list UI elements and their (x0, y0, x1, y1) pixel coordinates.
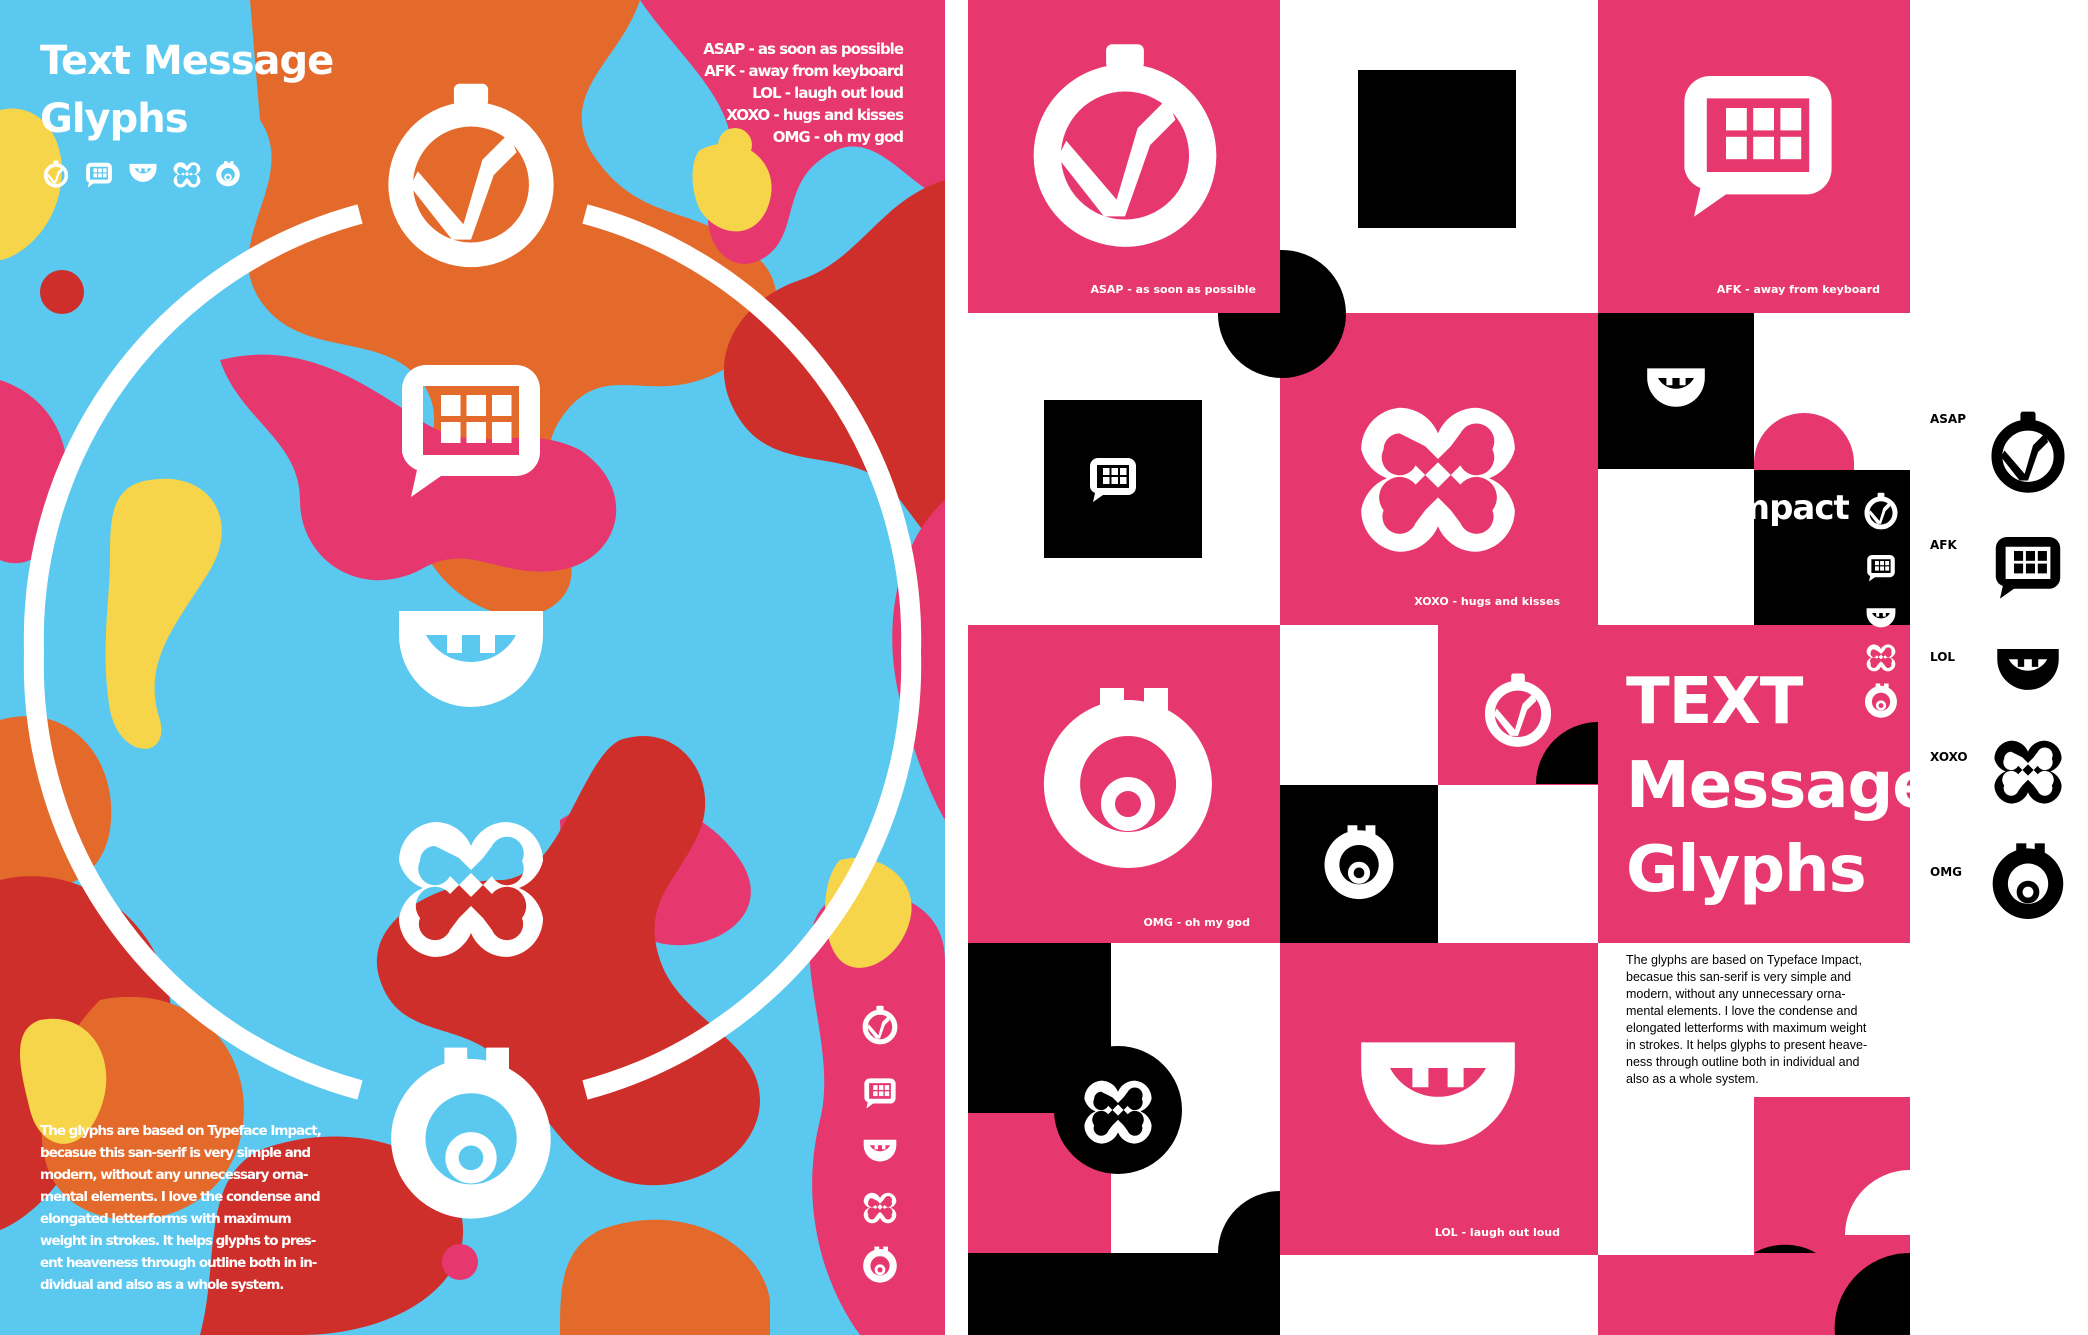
glyph-legend: ASAP AFK LOL XOXO OMG (1928, 400, 2078, 940)
lol-glyph-icon (376, 590, 566, 740)
asap-glyph-icon (1986, 410, 2070, 494)
abbr-xoxo: XOXO - hugs and kisses (726, 106, 904, 124)
lol-glyph-icon (1338, 1020, 1538, 1180)
tile-label-omg: OMG - oh my god (1143, 916, 1250, 929)
afk-glyph-icon (1862, 552, 1900, 582)
right-title-line-1: TEXT (1626, 665, 1803, 739)
impact-label: Impact (1723, 488, 1850, 528)
title-line-2: Glyphs (40, 96, 189, 142)
tile-label-afk: AFK - away from keyboard (1716, 283, 1880, 296)
asap-glyph-icon (1480, 672, 1556, 748)
lol-glyph-icon (1862, 604, 1900, 634)
afk-glyph-icon (1986, 530, 2070, 600)
omg-glyph-icon (1028, 680, 1228, 880)
desc-line: dividual and also as a whole system. (40, 1277, 284, 1293)
asap-glyph-icon (1862, 492, 1900, 530)
desc-line: becasue this san-serif is very simple an… (1626, 970, 1852, 984)
asap-glyph-icon (1020, 40, 1230, 250)
poster-title: Text Message Glyphs (40, 32, 334, 148)
abbr-asap: ASAP - as soon as possible (703, 40, 904, 58)
omg-glyph-icon (1986, 840, 2070, 924)
abbr-omg: OMG - oh my god (772, 128, 904, 146)
legend-label-omg: OMG (1930, 865, 1962, 879)
xoxo-glyph-icon (170, 160, 204, 188)
legend-label-asap: ASAP (1930, 412, 1967, 426)
afk-glyph-icon (82, 160, 116, 188)
desc-line: ness through outline both in individual … (1626, 1055, 1860, 1069)
desc-line: The glyphs are based on Typeface Impact, (40, 1123, 322, 1139)
omg-glyph-icon (214, 160, 242, 188)
desc-line: elongated letterforms with maximum weigh… (1626, 1021, 1867, 1035)
asap-glyph-icon (42, 160, 70, 188)
legend-label-afk: AFK (1930, 538, 1957, 552)
lol-glyph-icon (126, 160, 160, 188)
abbreviation-list: ASAP - as soon as possible AFK - away fr… (703, 38, 904, 148)
tile-label-lol: LOL - laugh out loud (1434, 1226, 1560, 1239)
right-title-line-3: Glyphs (1626, 833, 1867, 907)
right-title-line-2: Message (1626, 749, 1936, 823)
xoxo-glyph-icon (1078, 1075, 1158, 1145)
tile-label-xoxo: XOXO - hugs and kisses (1414, 595, 1560, 608)
lol-glyph-icon (860, 1135, 900, 1169)
right-poster: Impact TEXT Message Glyphs ASAP - as soo… (968, 0, 2088, 1335)
desc-line: The glyphs are based on Typeface Impact, (1626, 953, 1863, 967)
xoxo-glyph-icon (1986, 735, 2070, 805)
xoxo-glyph-icon (376, 810, 566, 960)
abbr-afk: AFK - away from keyboard (704, 62, 904, 80)
xoxo-glyph-icon (860, 1190, 900, 1224)
poster-description: The glyphs are based on Typeface Impact,… (40, 1120, 370, 1296)
tile-label-asap: ASAP - as soon as possible (1090, 283, 1256, 296)
omg-glyph-icon (860, 1245, 900, 1285)
title-glyph-row (42, 160, 252, 190)
legend-label-xoxo: XOXO (1930, 750, 1968, 764)
left-poster: Text Message Glyphs ASAP - as soon as po… (0, 0, 945, 1335)
omg-glyph-icon (1318, 822, 1400, 904)
legend-label-lol: LOL (1930, 650, 1956, 664)
desc-line: also as a whole system. (1626, 1072, 1759, 1086)
desc-line: becasue this san-serif is very simple an… (40, 1145, 311, 1161)
lol-glyph-icon (1986, 640, 2070, 704)
title-line-1: Text Message (40, 38, 334, 84)
desc-line: weight in strokes. It helps glyphs to pr… (40, 1233, 316, 1249)
afk-glyph-icon (376, 350, 566, 500)
omg-glyph-icon (376, 1040, 566, 1230)
afk-glyph-icon (1668, 60, 1848, 220)
afk-glyph-icon (860, 1075, 900, 1109)
right-description: The glyphs are based on Typeface Impact,… (1626, 952, 1911, 1088)
abbr-lol: LOL - laugh out loud (752, 84, 904, 102)
right-title: TEXT Message Glyphs (1626, 660, 1936, 912)
asap-glyph-icon (860, 1005, 900, 1045)
xoxo-glyph-icon (1338, 395, 1538, 555)
desc-line: modern, without any unnecessary orna- (1626, 987, 1846, 1001)
lol-glyph-icon (1636, 360, 1716, 420)
afk-glyph-icon (1083, 453, 1143, 503)
desc-line: mental elements. I love the condense and (1626, 1004, 1858, 1018)
desc-line: modern, without any unnecessary orna- (40, 1167, 308, 1183)
asap-glyph-icon (376, 80, 566, 270)
side-glyph-column (860, 1005, 904, 1275)
desc-line: mental elements. I love the condense and (40, 1189, 321, 1205)
desc-line: elongated letterforms with maximum (40, 1211, 292, 1227)
desc-line: in strokes. It helps glyphs to present h… (1626, 1038, 1868, 1052)
desc-line: ent heaveness through outline both in in… (40, 1255, 317, 1271)
